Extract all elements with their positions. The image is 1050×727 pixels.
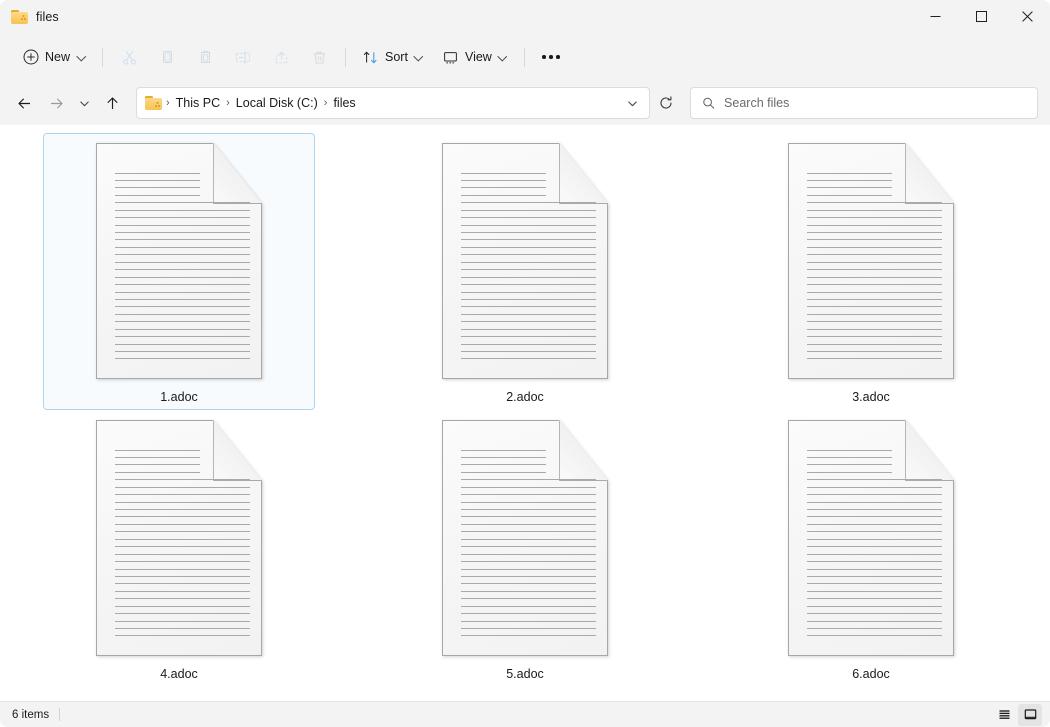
file-item-2[interactable]: 2.adoc xyxy=(389,133,661,410)
file-name-label: 3.adoc xyxy=(852,390,890,404)
copy-icon xyxy=(162,50,172,63)
file-item-5[interactable]: 5.adoc xyxy=(389,410,661,687)
view-button[interactable]: View xyxy=(433,41,517,73)
navigation-bar: › This PC › Local Disk (C:) › files xyxy=(0,81,1050,125)
chevron-down-icon xyxy=(415,53,424,62)
window-controls xyxy=(912,0,1050,33)
breadcrumb-separator: › xyxy=(166,97,170,109)
refresh-icon xyxy=(660,96,672,109)
address-dropdown-button[interactable] xyxy=(619,90,645,116)
status-bar: 6 items xyxy=(0,701,1050,727)
item-count-label: 6 items xyxy=(12,708,50,721)
new-button[interactable]: New xyxy=(14,41,95,73)
address-bar[interactable]: › This PC › Local Disk (C:) › files xyxy=(136,87,650,119)
rename-icon xyxy=(235,51,250,63)
back-arrow-icon xyxy=(17,98,30,108)
toolbar-divider-3 xyxy=(523,47,525,67)
up-arrow-icon xyxy=(107,96,117,109)
details-view-button[interactable] xyxy=(992,704,1016,726)
view-toggle-group xyxy=(992,703,1042,726)
sort-button-label: Sort xyxy=(385,50,408,64)
document-icon xyxy=(96,143,262,379)
file-name-label: 2.adoc xyxy=(506,390,544,404)
share-button[interactable] xyxy=(262,41,300,73)
document-icon xyxy=(442,420,608,656)
file-name-label: 1.adoc xyxy=(160,390,198,404)
file-grid: 1.adoc 2.adoc 3.adoc 4.adoc 5.adoc 6.ado… xyxy=(6,133,1044,687)
share-icon xyxy=(275,51,287,63)
trash-icon xyxy=(313,51,325,63)
plus-circle-icon xyxy=(23,49,39,65)
large-icons-view-button[interactable] xyxy=(1018,703,1042,726)
chevron-down-icon xyxy=(499,53,508,62)
document-icon xyxy=(788,420,954,656)
close-icon xyxy=(1021,11,1033,22)
recent-locations-button[interactable] xyxy=(72,87,96,119)
breadcrumb-item-files[interactable]: files xyxy=(328,93,360,113)
close-button[interactable] xyxy=(1004,0,1050,33)
title-bar-left: files xyxy=(0,0,59,33)
forward-button[interactable] xyxy=(40,87,72,119)
file-list-area[interactable]: 1.adoc 2.adoc 3.adoc 4.adoc 5.adoc 6.ado… xyxy=(0,125,1050,701)
sort-button[interactable]: Sort xyxy=(353,41,433,73)
document-icon xyxy=(96,420,262,656)
file-name-label: 5.adoc xyxy=(506,667,544,681)
search-box[interactable] xyxy=(690,87,1038,119)
paste-button[interactable] xyxy=(186,41,224,73)
up-button[interactable] xyxy=(96,87,128,119)
breadcrumb-item-local-disk[interactable]: Local Disk (C:) xyxy=(231,93,323,113)
chevron-down-icon xyxy=(79,100,89,106)
breadcrumb-item-this-pc[interactable]: This PC xyxy=(171,93,225,113)
maximize-icon xyxy=(975,11,987,22)
breadcrumb-separator: › xyxy=(226,97,230,109)
toolbar-divider-1 xyxy=(102,47,104,67)
more-options-button[interactable] xyxy=(532,41,570,73)
breadcrumb-folder-icon xyxy=(145,96,162,110)
rename-button[interactable] xyxy=(224,41,262,73)
large-icons-view-icon xyxy=(1024,709,1036,720)
file-item-3[interactable]: 3.adoc xyxy=(735,133,1007,410)
monitor-icon xyxy=(444,51,457,63)
search-input[interactable] xyxy=(724,96,1026,110)
search-icon xyxy=(703,97,715,109)
status-divider xyxy=(59,708,61,721)
cut-button[interactable] xyxy=(110,41,148,73)
document-icon xyxy=(442,143,608,379)
delete-button[interactable] xyxy=(300,41,338,73)
sort-arrows-icon xyxy=(363,51,377,63)
forward-arrow-icon xyxy=(50,98,63,108)
clipboard-icon xyxy=(200,50,210,63)
file-name-label: 4.adoc xyxy=(160,667,198,681)
file-item-4[interactable]: 4.adoc xyxy=(43,410,315,687)
back-button[interactable] xyxy=(8,87,40,119)
refresh-button[interactable] xyxy=(650,87,682,119)
ellipsis-icon xyxy=(542,55,560,59)
file-name-label: 6.adoc xyxy=(852,667,890,681)
new-button-label: New xyxy=(45,50,71,64)
minimize-icon xyxy=(930,16,940,17)
command-bar: New Sort View xyxy=(0,33,1050,81)
chevron-down-icon xyxy=(77,53,86,62)
maximize-button[interactable] xyxy=(958,0,1004,33)
minimize-button[interactable] xyxy=(912,0,958,33)
folder-icon xyxy=(11,9,28,24)
title-bar: files xyxy=(0,0,1050,33)
window-title: files xyxy=(36,9,59,24)
copy-button[interactable] xyxy=(148,41,186,73)
file-explorer-window: files New Sort View › This PC › Local Di… xyxy=(0,0,1050,727)
document-icon xyxy=(788,143,954,379)
details-view-icon xyxy=(999,710,1009,719)
scissors-icon xyxy=(122,50,136,65)
toolbar-divider-2 xyxy=(345,47,347,67)
view-button-label: View xyxy=(464,50,492,64)
chevron-down-icon xyxy=(627,100,637,106)
file-item-1[interactable]: 1.adoc xyxy=(43,133,315,410)
file-item-6[interactable]: 6.adoc xyxy=(735,410,1007,687)
